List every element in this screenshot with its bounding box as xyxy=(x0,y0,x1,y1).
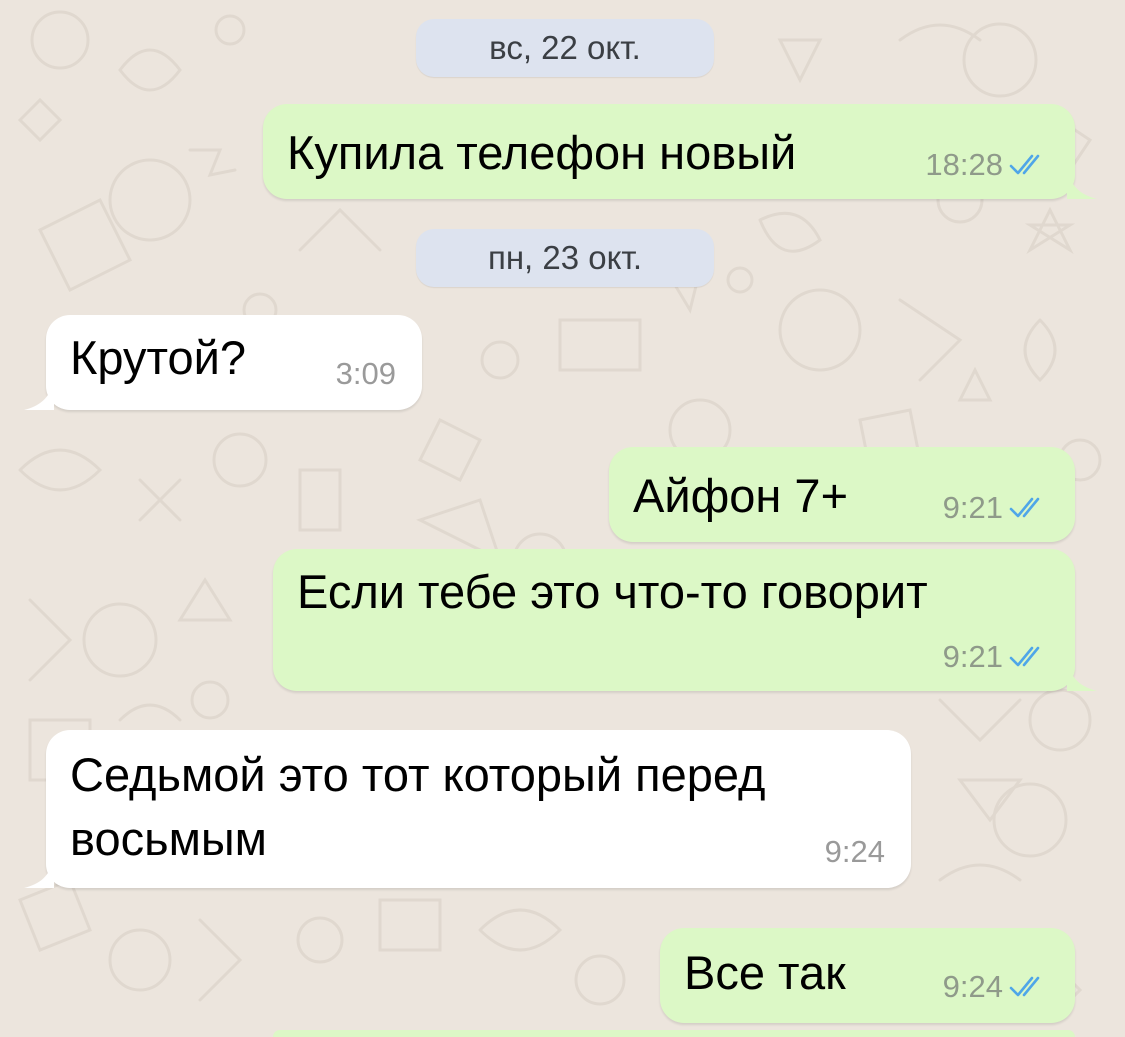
message-bubble-outgoing[interactable]: Купила телефон новый 18:28 xyxy=(263,104,1097,199)
message-meta: 18:28 xyxy=(925,147,1049,183)
read-double-check-icon xyxy=(1009,975,1049,999)
message-bubble-outgoing-partial[interactable] xyxy=(273,1030,1075,1037)
message-text-line2: восьмым xyxy=(70,812,267,865)
message-meta: 9:24 xyxy=(943,969,1049,1005)
message-text-line1: Седьмой это тот который перед xyxy=(70,748,766,801)
date-separator-label: пн, 23 окт. xyxy=(487,239,643,276)
bubble-tail xyxy=(1067,169,1097,199)
bubble-tail xyxy=(24,858,54,888)
message-text: Все так xyxy=(684,946,846,999)
message-bubble-outgoing[interactable]: Если тебе это что-то говорит 9:21 xyxy=(273,549,1097,691)
message-text: Если тебе это что-то говорит xyxy=(297,565,928,618)
date-separator: пн, 23 окт. xyxy=(416,229,714,287)
message-bubble-outgoing[interactable]: Айфон 7+ 9:21 xyxy=(609,447,1075,542)
message-time: 9:21 xyxy=(942,639,1003,674)
message-text: Крутой? xyxy=(70,331,247,384)
read-double-check-icon xyxy=(1009,153,1049,177)
bubble-tail xyxy=(1067,661,1097,691)
message-time: 3:09 xyxy=(335,356,396,391)
date-separator: вс, 22 окт. xyxy=(416,19,714,77)
read-double-check-icon xyxy=(1009,496,1049,520)
message-time: 18:28 xyxy=(925,147,1003,182)
message-time: 9:24 xyxy=(942,969,1003,1004)
bubble-tail xyxy=(24,380,54,410)
chat-history: вс, 22 окт. Купила телефон новый 18:28 п… xyxy=(0,0,1125,1037)
message-bubble-incoming[interactable]: Крутой? 3:09 xyxy=(24,315,422,410)
message-meta: 3:09 xyxy=(336,356,396,392)
date-separator-label: вс, 22 окт. xyxy=(489,29,641,66)
message-meta: 9:21 xyxy=(943,490,1049,526)
message-time: 9:24 xyxy=(824,834,885,869)
message-time: 9:21 xyxy=(942,490,1003,525)
message-text: Купила телефон новый xyxy=(287,126,797,179)
read-double-check-icon xyxy=(1009,645,1049,669)
message-bubble-outgoing[interactable]: Все так 9:24 xyxy=(660,928,1075,1023)
message-bubble-incoming[interactable]: Седьмой это тот который перед восьмым 9:… xyxy=(24,730,911,888)
message-meta: 9:24 xyxy=(825,834,885,870)
message-meta: 9:21 xyxy=(943,639,1049,675)
message-text: Айфон 7+ xyxy=(633,469,849,522)
